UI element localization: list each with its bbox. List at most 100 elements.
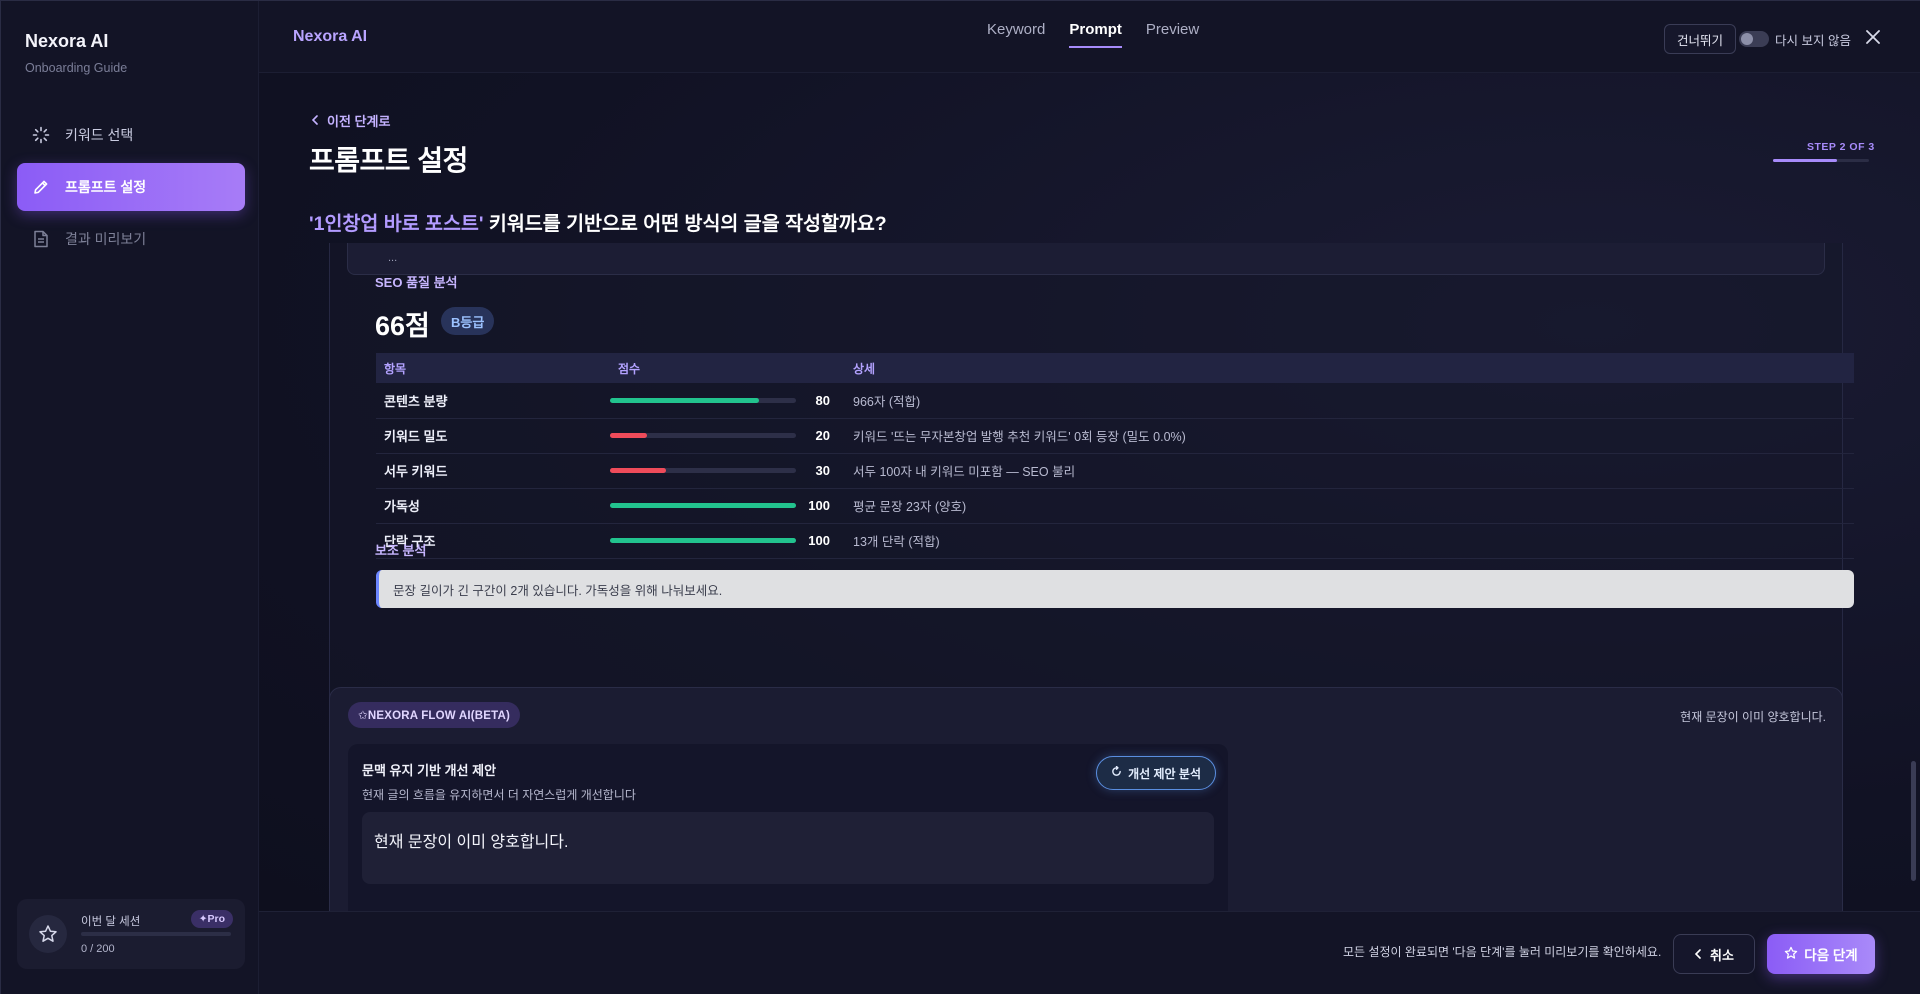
row-detail: 서두 100자 내 키워드 미포함 — SEO 불리: [845, 453, 1854, 489]
sidebar-item-keyword[interactable]: 키워드 선택: [17, 111, 245, 159]
column-header: 점수: [610, 353, 845, 383]
score-bar: [610, 468, 796, 473]
suggestion-text: 현재 문장이 이미 양호합니다.: [362, 812, 1214, 884]
sidebar-item-preview[interactable]: 결과 미리보기: [17, 215, 245, 263]
score-bar-fill: [610, 468, 666, 473]
sidebar: Nexora AI Onboarding Guide 키워드 선택 프롬프트 설…: [1, 1, 259, 994]
session-card: 이번 달 세션 ✦Pro 0 / 200: [17, 899, 245, 969]
prompt-question: '1인창업 바로 포스트' 키워드를 기반으로 어떤 방식의 글을 작성할까요?: [309, 207, 887, 236]
tab-prompt[interactable]: Prompt: [1069, 0, 1122, 65]
brand-title: Nexora AI: [25, 31, 109, 51]
aux-analysis-message: 문장 길이가 긴 구간이 2개 있습니다. 가독성을 위해 나눠보세요.: [376, 570, 1854, 608]
row-item: 가독성: [376, 488, 610, 524]
score-bar: [610, 433, 796, 438]
previous-content-box: ...: [347, 243, 1825, 275]
top-bar: Nexora AI Keyword Prompt Preview 건너뛰기 다시…: [259, 1, 1920, 73]
score-bar-fill: [610, 538, 796, 543]
step-indicator: STEP 2 OF 3: [1807, 141, 1875, 153]
flow-ai-badge: ✩NEXORA FLOW AI(BETA): [348, 702, 521, 728]
row-detail: 966자 (적합): [845, 383, 1854, 419]
footer-bar: 모든 설정이 완료되면 '다음 단계'를 눌러 미리보기를 확인하세요. 취소 …: [259, 911, 1920, 994]
score-value: 30: [815, 463, 830, 478]
row-score: 20: [610, 418, 845, 454]
score-value: 80: [815, 392, 830, 408]
next-step-button[interactable]: 다음 단계: [1767, 934, 1875, 974]
star-icon: [1784, 946, 1798, 963]
loader-icon: [31, 125, 51, 145]
next-button-label: 다음 단계: [1804, 948, 1858, 963]
chevron-left-icon: [1694, 947, 1702, 962]
tab-keyword[interactable]: Keyword: [987, 0, 1045, 65]
row-score: 100: [610, 523, 845, 559]
table-row: 단락 구조 100 13개 단락 (적합): [376, 523, 1854, 559]
close-icon[interactable]: [1863, 27, 1883, 47]
page-title: 프롬프트 설정: [309, 145, 468, 176]
question-text: 키워드를 기반으로 어떤 방식의 글을 작성할까요?: [483, 213, 887, 235]
row-detail: 13개 단락 (적합): [845, 523, 1854, 559]
table-row: 키워드 밀도 20 키워드 '뜨는 무자본창업 발행 추천 키워드' 0회 등장 (…: [376, 418, 1854, 454]
seo-score: 66점: [375, 311, 430, 341]
step-progress-fill: [1773, 159, 1838, 162]
scrollbar-thumb[interactable]: [1911, 761, 1916, 881]
table-row: 서두 키워드 30 서두 100자 내 키워드 미포함 — SEO 불리: [376, 453, 1854, 489]
score-bar: [610, 503, 796, 508]
table-row: 가독성 100 평균 문장 23자 (양호): [376, 488, 1854, 524]
column-header: 항목: [376, 353, 610, 383]
table-row: 콘텐츠 분량 80 966자 (적합): [376, 383, 1854, 419]
chevron-left-icon: [311, 113, 319, 128]
dont-show-label: 다시 보지 않음: [1775, 34, 1851, 48]
row-score: 100: [610, 488, 845, 524]
suggestion-description: 현재 글의 흐름을 유지하면서 더 자연스럽게 개선합니다: [362, 788, 636, 802]
row-item: 키워드 밀도: [376, 418, 610, 454]
skip-button[interactable]: 건너뛰기: [1664, 24, 1736, 54]
pencil-icon: [31, 177, 51, 197]
sidebar-item-label: 키워드 선택: [65, 127, 134, 143]
row-item: 서두 키워드: [376, 453, 610, 489]
step-tabs: Keyword Prompt Preview: [987, 1, 1199, 73]
column-header: 상세: [845, 353, 1854, 383]
footer-hint: 모든 설정이 완료되면 '다음 단계'를 눌러 미리보기를 확인하세요.: [1343, 945, 1662, 959]
brand-subtitle: Onboarding Guide: [25, 61, 128, 75]
suggestion-title: 문맥 유지 기반 개선 제안: [362, 763, 497, 778]
back-link[interactable]: 이전 단계로: [311, 111, 390, 130]
star-icon: [29, 915, 67, 953]
back-link-label: 이전 단계로: [327, 114, 391, 129]
aux-analysis-label: 보조 분석: [375, 543, 427, 558]
session-count: 0 / 200: [81, 943, 115, 955]
score-value: 100: [808, 533, 830, 548]
pro-badge: ✦Pro: [190, 910, 233, 928]
suggestion-panel: 문맥 유지 기반 개선 제안 현재 글의 흐름을 유지하면서 더 자연스럽게 개…: [348, 744, 1228, 911]
ellipsis-text: ...: [388, 252, 398, 264]
sidebar-item-label: 프롬프트 설정: [65, 179, 147, 195]
score-value: 20: [815, 428, 830, 443]
score-bar-fill: [610, 397, 759, 403]
cancel-button-label: 취소: [1710, 947, 1734, 963]
dont-show-toggle[interactable]: [1739, 31, 1769, 47]
seo-table: 항목 점수 상세 콘텐츠 분량 80 966자 (적합) 키워드 밀도 20 키워드 '뜨…: [376, 353, 1854, 559]
step-progress: [1773, 159, 1869, 162]
session-label: 이번 달 세션: [81, 916, 141, 928]
sidebar-item-label: 결과 미리보기: [65, 231, 147, 247]
score-bar-fill: [610, 503, 796, 508]
question-keyword: '1인창업 바로 포스트': [309, 213, 484, 235]
document-icon: [31, 229, 51, 249]
analyze-suggestion-button[interactable]: 개선 제안 분석: [1096, 756, 1216, 790]
score-bar: [610, 397, 796, 403]
row-item: 콘텐츠 분량: [376, 383, 610, 419]
row-score: 80: [610, 383, 845, 419]
tab-preview[interactable]: Preview: [1146, 0, 1199, 65]
row-detail: 키워드 '뜨는 무자본창업 발행 추천 키워드' 0회 등장 (밀도 0.0%): [845, 418, 1854, 454]
score-bar-fill: [610, 433, 648, 438]
score-bar: [610, 538, 796, 543]
refresh-icon: [1111, 765, 1122, 780]
top-brand: Nexora AI: [293, 28, 368, 45]
content-scroll-area[interactable]: SEO 품질 분석 66점 B등급 항목 점수 상세 콘텐츠 분량 80 966자 …: [301, 243, 1901, 911]
score-value: 100: [808, 498, 830, 513]
sidebar-item-prompt[interactable]: 프롬프트 설정: [17, 163, 245, 211]
scrollbar[interactable]: [1911, 241, 1917, 911]
cancel-button[interactable]: 취소: [1673, 934, 1755, 974]
analyze-button-label: 개선 제안 분석: [1128, 766, 1201, 781]
flow-ai-card: ✩NEXORA FLOW AI(BETA) 현재 문장이 이미 양호합니다. 문…: [329, 687, 1843, 911]
session-progress: [81, 932, 231, 936]
grade-badge: B등급: [441, 307, 495, 335]
